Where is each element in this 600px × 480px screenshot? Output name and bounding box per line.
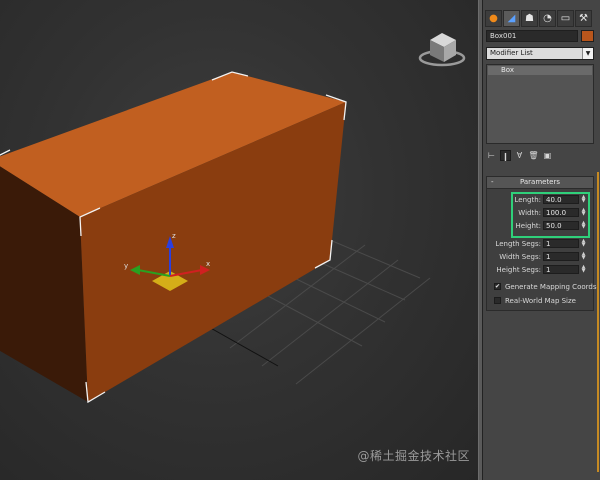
rollout-title: Parameters: [519, 178, 561, 186]
gizmo-x-label: x: [206, 260, 210, 268]
tab-motion[interactable]: ◔: [539, 10, 556, 27]
height-segs-label: Height Segs:: [496, 266, 541, 274]
generate-mapping-coords-label: Generate Mapping Coords.: [505, 283, 599, 291]
param-row-height: Height: 50.0 ▲ ▼: [487, 221, 593, 231]
width-field[interactable]: 100.0: [543, 208, 579, 217]
collapse-icon: -: [491, 178, 494, 186]
viewcube-icon[interactable]: [418, 33, 466, 67]
tab-utilities[interactable]: ⚒: [575, 10, 592, 27]
param-row-length-segs: Length Segs: 1 ▲ ▼: [487, 239, 593, 249]
object-name-field[interactable]: Box001: [486, 30, 578, 42]
param-row-width-segs: Width Segs: 1 ▲ ▼: [487, 252, 593, 262]
real-world-map-size-checkbox[interactable]: Real-World Map Size: [494, 296, 594, 306]
width-segs-label: Width Segs:: [499, 253, 541, 261]
stack-toolbar: ⊢ ❙ ∀ 🗑 ▣: [486, 148, 594, 162]
utilities-icon: ⚒: [579, 13, 588, 24]
chevron-down-icon: ▼: [582, 48, 593, 59]
modify-icon: ◢: [507, 13, 516, 24]
motion-icon: ◔: [543, 13, 552, 24]
width-segs-field[interactable]: 1: [543, 252, 579, 261]
param-row-length: Length: 40.0 ▲ ▼: [487, 195, 593, 205]
stack-item-box[interactable]: Box: [488, 66, 592, 75]
object-color-swatch[interactable]: [581, 30, 594, 42]
gizmo-y-label: y: [124, 262, 128, 270]
spinner-icon[interactable]: ▲ ▼: [580, 239, 587, 248]
param-row-width: Width: 100.0 ▲ ▼: [487, 208, 593, 218]
length-field[interactable]: 40.0: [543, 195, 579, 204]
command-panel: ● ◢ ☗ ◔ ▭ ⚒ Box001 Modifier List ▼ Box ⊢…: [483, 0, 600, 480]
height-segs-field[interactable]: 1: [543, 265, 579, 274]
generate-mapping-coords-checkbox[interactable]: ✔ Generate Mapping Coords.: [494, 282, 599, 292]
height-label: Height:: [515, 222, 542, 230]
length-segs-label: Length Segs:: [495, 240, 541, 248]
spinner-icon[interactable]: ▲ ▼: [580, 195, 587, 204]
create-icon: ●: [489, 13, 498, 24]
watermark-text: @稀土掘金技术社区: [357, 449, 470, 463]
tab-display[interactable]: ▭: [557, 10, 574, 27]
height-field[interactable]: 50.0: [543, 221, 579, 230]
real-world-map-size-label: Real-World Map Size: [505, 297, 576, 305]
make-unique-icon[interactable]: ∀: [514, 150, 525, 161]
checkmark-icon: ✔: [494, 283, 501, 290]
length-label: Length:: [514, 196, 541, 204]
spinner-icon[interactable]: ▲ ▼: [580, 252, 587, 261]
checkbox-empty-icon: [494, 297, 501, 304]
display-icon: ▭: [560, 13, 571, 24]
spinner-icon[interactable]: ▲ ▼: [580, 221, 587, 230]
modifier-stack[interactable]: Box: [486, 64, 594, 144]
pin-stack-icon[interactable]: ⊢: [486, 150, 497, 161]
tab-create[interactable]: ●: [485, 10, 502, 27]
command-panel-tabs: ● ◢ ☗ ◔ ▭ ⚒: [485, 10, 598, 27]
modifier-list-dropdown[interactable]: Modifier List ▼: [486, 47, 594, 60]
hierarchy-icon: ☗: [525, 13, 534, 24]
length-segs-field[interactable]: 1: [543, 239, 579, 248]
width-label: Width:: [518, 209, 541, 217]
viewport-scene: y x z: [0, 33, 466, 404]
show-end-result-icon[interactable]: ❙: [500, 149, 511, 161]
remove-modifier-icon[interactable]: 🗑: [528, 150, 539, 161]
spinner-icon[interactable]: ▲ ▼: [580, 265, 587, 274]
param-row-height-segs: Height Segs: 1 ▲ ▼: [487, 265, 593, 275]
perspective-viewport[interactable]: y x z @稀土掘金技术社区: [0, 0, 478, 480]
gizmo-z-label: z: [172, 232, 176, 240]
tab-modify[interactable]: ◢: [503, 10, 520, 27]
panel-scrollbar[interactable]: [597, 172, 599, 472]
spinner-icon[interactable]: ▲ ▼: [580, 208, 587, 217]
modifier-list-label: Modifier List: [490, 49, 533, 57]
tab-hierarchy[interactable]: ☗: [521, 10, 538, 27]
configure-sets-icon[interactable]: ▣: [542, 150, 553, 161]
parameters-rollout-header[interactable]: - Parameters: [487, 177, 593, 189]
parameters-rollout: - Parameters Length: 40.0 ▲ ▼ Width: 100.…: [486, 176, 599, 311]
